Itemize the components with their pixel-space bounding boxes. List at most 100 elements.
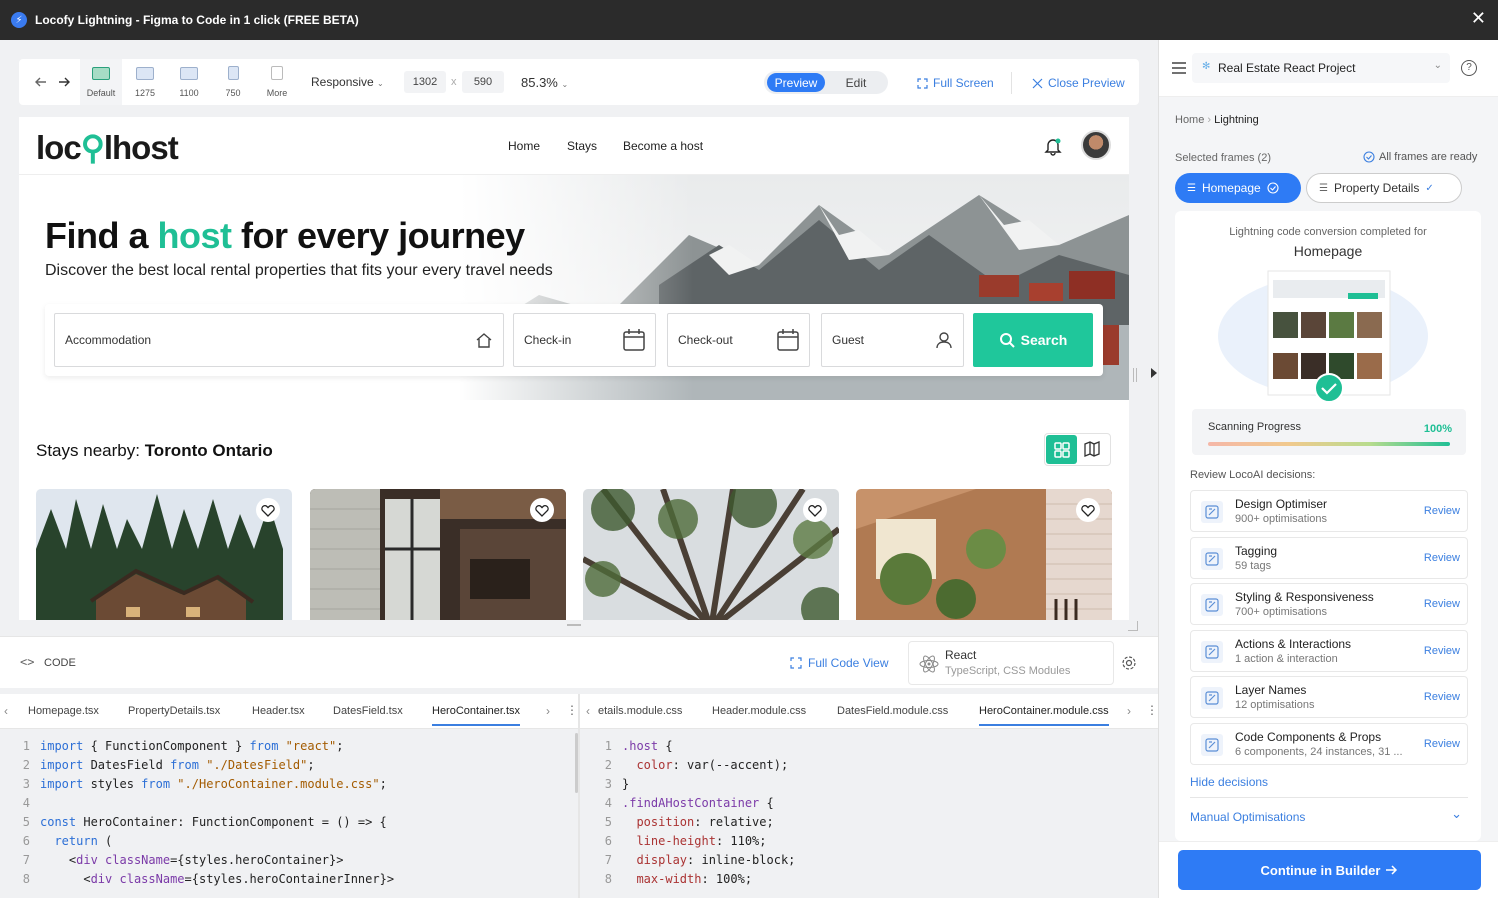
expand-icon xyxy=(917,77,928,89)
device-1100-button[interactable]: 1100 xyxy=(168,59,210,105)
close-window-icon[interactable]: ✕ xyxy=(1471,9,1486,29)
review-link[interactable]: Review xyxy=(1424,598,1460,610)
stay-card[interactable] xyxy=(36,489,292,620)
line-number: 3 xyxy=(604,777,612,791)
line-number: 8 xyxy=(604,872,612,886)
tab-propertydetails-css[interactable]: etails.module.css xyxy=(598,705,682,717)
full-code-view-label: Full Code View xyxy=(808,656,889,670)
breadcrumb: Home › Lightning xyxy=(1175,114,1259,126)
height-input[interactable]: 590 xyxy=(462,71,504,93)
review-link[interactable]: Review xyxy=(1424,738,1460,750)
location-pin-icon: ⚲ xyxy=(80,129,105,166)
checkin-field[interactable]: Check-in xyxy=(513,313,656,367)
checkin-placeholder: Check-in xyxy=(524,333,572,347)
react-icon xyxy=(919,655,939,673)
favorite-heart-icon[interactable] xyxy=(256,498,280,522)
hamburger-menu-icon[interactable] xyxy=(1172,62,1186,74)
frame-tab-homepage[interactable]: ☰ Homepage xyxy=(1175,173,1301,203)
tab-datesfield-tsx[interactable]: DatesField.tsx xyxy=(333,705,403,717)
line-number: 6 xyxy=(604,834,612,848)
favorite-heart-icon[interactable] xyxy=(803,498,827,522)
forest-photo xyxy=(583,489,839,620)
zoom-dropdown[interactable]: 85.3% ⌄ xyxy=(521,75,568,90)
framework-selector[interactable]: React TypeScript, CSS Modules xyxy=(908,641,1114,685)
edit-tab[interactable]: Edit xyxy=(826,73,886,92)
accommodation-field[interactable]: Accommodation xyxy=(54,313,504,367)
favorite-heart-icon[interactable] xyxy=(530,498,554,522)
hide-decisions-link[interactable]: Hide decisions xyxy=(1190,775,1268,789)
responsive-dropdown[interactable]: Responsive ⌄ xyxy=(311,75,384,89)
close-preview-button[interactable]: Close Preview xyxy=(1032,76,1125,90)
checkout-field[interactable]: Check-out xyxy=(667,313,810,367)
stay-card[interactable] xyxy=(583,489,839,620)
code-line: 7 <div className={styles.heroContainer}> xyxy=(8,851,394,870)
tab-homepage-tsx[interactable]: Homepage.tsx xyxy=(28,705,99,717)
device-750-button[interactable]: 750 xyxy=(212,59,254,105)
scroll-left-icon[interactable]: ‹ xyxy=(586,704,590,718)
css-code-editor[interactable]: 1 .host {2 color: var(--accent); 3} 4 .findA… xyxy=(590,737,796,889)
scroll-right-icon[interactable]: › xyxy=(1127,704,1131,718)
more-options-icon[interactable]: ⋮ xyxy=(1146,703,1158,717)
breadcrumb-home[interactable]: Home xyxy=(1175,114,1204,126)
line-number: 8 xyxy=(22,872,30,886)
continue-in-builder-button[interactable]: Continue in Builder xyxy=(1178,850,1481,890)
interior-photo xyxy=(310,489,566,620)
guest-field[interactable]: Guest xyxy=(821,313,964,367)
nav-stays-link[interactable]: Stays xyxy=(567,139,597,153)
line-number: 5 xyxy=(22,815,30,829)
corner-resize-icon[interactable] xyxy=(1128,621,1138,631)
review-link[interactable]: Review xyxy=(1424,645,1460,657)
width-input[interactable]: 1302 xyxy=(404,71,446,93)
help-icon[interactable]: ? xyxy=(1461,60,1477,76)
search-button[interactable]: Search xyxy=(973,313,1093,367)
preview-tab[interactable]: Preview xyxy=(767,73,825,92)
manual-optimisations-toggle[interactable]: Manual Optimisations ⌄ xyxy=(1190,806,1470,826)
review-link[interactable]: Review xyxy=(1424,552,1460,564)
scroll-left-icon[interactable]: ‹ xyxy=(4,704,8,718)
bell-icon[interactable] xyxy=(1044,137,1062,156)
full-screen-button[interactable]: Full Screen xyxy=(917,76,994,90)
check-icon: ✓ xyxy=(1425,182,1434,194)
review-link[interactable]: Review xyxy=(1424,505,1460,517)
device-1275-button[interactable]: 1275 xyxy=(124,59,166,105)
stay-card[interactable] xyxy=(310,489,566,620)
frame-tab-property-details[interactable]: ☰ Property Details ✓ xyxy=(1306,173,1462,203)
hero-title: Find a host for every journey xyxy=(45,215,525,257)
chevron-down-icon: ⌄ xyxy=(561,80,569,89)
scanning-label: Scanning Progress xyxy=(1208,421,1301,433)
resize-handle[interactable] xyxy=(1133,368,1137,382)
map-icon[interactable] xyxy=(1083,440,1101,458)
avatar[interactable] xyxy=(1081,130,1111,160)
code-line: 8 max-width: 100%; xyxy=(590,870,795,889)
tab-header-css[interactable]: Header.module.css xyxy=(712,705,806,717)
project-selector[interactable]: ✻ Real Estate React Project ⌄ xyxy=(1192,53,1450,83)
line-number: 1 xyxy=(604,739,612,753)
forward-arrow-icon[interactable] xyxy=(58,76,70,88)
review-link[interactable]: Review xyxy=(1424,691,1460,703)
scrollbar-thumb[interactable] xyxy=(575,733,578,793)
splitter-handle[interactable] xyxy=(567,624,581,626)
tab-herocontainer-css[interactable]: HeroContainer.module.css xyxy=(979,705,1109,726)
tab-propertydetails-tsx[interactable]: PropertyDetails.tsx xyxy=(128,705,220,717)
tab-datesfield-css[interactable]: DatesField.module.css xyxy=(837,705,948,717)
tab-herocontainer-tsx[interactable]: HeroContainer.tsx xyxy=(432,705,521,726)
back-arrow-icon[interactable] xyxy=(35,76,47,88)
nav-home-link[interactable]: Home xyxy=(508,139,540,153)
code-text: display: inline-block; xyxy=(636,853,796,867)
progress-bar-fill xyxy=(1208,442,1450,446)
favorite-heart-icon[interactable] xyxy=(1076,498,1100,522)
site-logo[interactable]: loc⚲lhost xyxy=(36,128,179,167)
scroll-right-icon[interactable]: › xyxy=(546,704,550,718)
stay-card[interactable] xyxy=(856,489,1112,620)
device-more-button[interactable]: More xyxy=(256,59,298,105)
device-default-button[interactable]: Default xyxy=(80,59,122,105)
grid-view-button[interactable] xyxy=(1046,435,1077,464)
tsx-code-editor[interactable]: 1 import { FunctionComponent } from "reac… xyxy=(8,737,394,889)
collapse-arrow-icon[interactable] xyxy=(1151,368,1157,378)
settings-gear-icon[interactable] xyxy=(1121,655,1137,671)
full-code-view-button[interactable]: Full Code View xyxy=(790,656,888,670)
more-options-icon[interactable]: ⋮ xyxy=(566,703,578,717)
tab-header-tsx[interactable]: Header.tsx xyxy=(252,705,305,717)
code-line: 6 return ( xyxy=(8,832,394,851)
nav-become-host-link[interactable]: Become a host xyxy=(623,139,703,153)
